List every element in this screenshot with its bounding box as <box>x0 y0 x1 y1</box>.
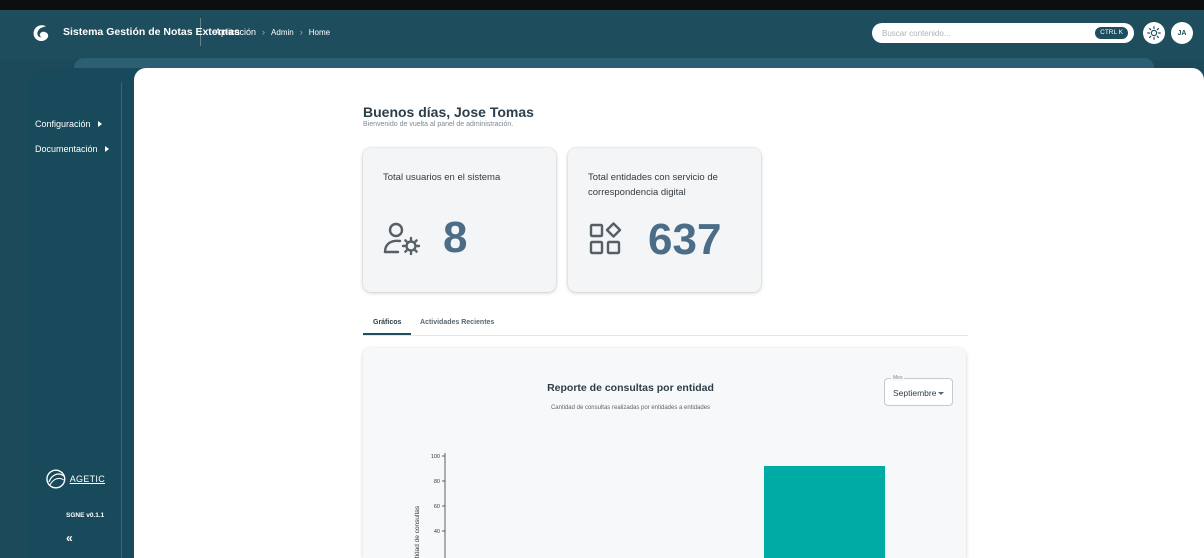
app-logo-icon[interactable] <box>30 22 52 44</box>
page-subtitle: Bienvenido de vuelta al panel de adminis… <box>363 121 514 128</box>
caret-right-icon <box>104 146 109 152</box>
chart-title: Reporte de consultas por entidad <box>547 382 714 394</box>
breadcrumb-item[interactable]: Aplicación <box>215 27 256 37</box>
tab-bar: Gráficos Actividades Recientes <box>363 316 968 336</box>
sun-icon <box>1147 26 1161 40</box>
entities-stat-card: Total entidades con servicio de correspo… <box>568 148 761 292</box>
agetic-logo-icon <box>46 469 66 489</box>
header-divider <box>200 18 201 46</box>
tab-actividades-recientes[interactable]: Actividades Recientes <box>420 319 494 326</box>
avatar[interactable]: JA <box>1171 22 1193 44</box>
org-logo: AGETIC <box>45 465 105 493</box>
total-users-value: 8 <box>443 213 468 262</box>
chevron-right-icon: › <box>262 27 266 37</box>
sidebar-divider <box>121 82 122 558</box>
page-title: Buenos días, Jose Tomas <box>363 104 534 120</box>
breadcrumb-item[interactable]: Home <box>309 28 330 37</box>
month-select-label: Mes <box>891 375 905 381</box>
app-version: SGNE v0.1.1 <box>66 512 105 519</box>
categories-icon <box>589 222 622 255</box>
chart-plot: 100 80 60 40 Cantidad de consultas <box>414 453 885 558</box>
chevron-right-icon: › <box>299 27 303 37</box>
tab-graficos[interactable]: Gráficos <box>373 319 401 326</box>
y-tick-label: 40 <box>434 529 440 535</box>
window-top-strip <box>0 0 1204 10</box>
bar-chart: 100 80 60 40 Cantidad de consultas <box>414 453 885 558</box>
user-settings-icon <box>383 222 421 256</box>
sidebar-item-configuracion[interactable]: Configuración <box>35 119 102 129</box>
users-stat-card: Total usuarios en el sistema 8 <box>363 148 556 292</box>
month-select[interactable]: Mes Septiembre <box>884 375 953 406</box>
search-box[interactable]: CTRL K <box>872 23 1134 43</box>
breadcrumb: Aplicación › Admin › Home <box>215 27 330 37</box>
caret-right-icon <box>97 121 102 127</box>
main-panel: Buenos días, Jose Tomas Bienvenido de vu… <box>134 68 1204 558</box>
collapse-sidebar-button[interactable]: « <box>66 531 73 545</box>
sidebar-item-label: Documentación <box>35 144 98 154</box>
stat-card-title: Total usuarios en el sistema <box>383 172 501 183</box>
top-bar: Sistema Gestión de Notas Externas Aplica… <box>0 0 1204 60</box>
y-tick-label: 60 <box>434 504 440 510</box>
y-axis-label: Cantidad de consultas <box>414 505 421 558</box>
search-input[interactable] <box>882 26 1062 40</box>
org-logo-text: AGETIC <box>69 474 105 484</box>
chart-card: Reporte de consultas por entidad Cantida… <box>363 348 966 558</box>
y-tick-label: 80 <box>434 479 440 485</box>
caret-down-icon <box>938 392 944 395</box>
sidebar-item-documentacion[interactable]: Documentación <box>35 144 109 154</box>
month-select-value: Septiembre <box>893 388 937 398</box>
stat-card-title: Total entidades con servicio de correspo… <box>588 172 718 198</box>
active-tab-indicator <box>363 333 411 335</box>
theme-toggle-button[interactable] <box>1143 22 1165 44</box>
sidebar-item-label: Configuración <box>35 119 91 129</box>
app-title[interactable]: Sistema Gestión de Notas Externas <box>63 26 240 38</box>
chart-subtitle: Cantidad de consultas realizadas por ent… <box>550 405 711 411</box>
y-tick-label: 100 <box>431 454 440 460</box>
search-shortcut-badge: CTRL K <box>1095 27 1128 39</box>
breadcrumb-item[interactable]: Admin <box>271 28 294 37</box>
total-entities-value: 637 <box>648 215 722 264</box>
chart-bar <box>764 466 885 558</box>
